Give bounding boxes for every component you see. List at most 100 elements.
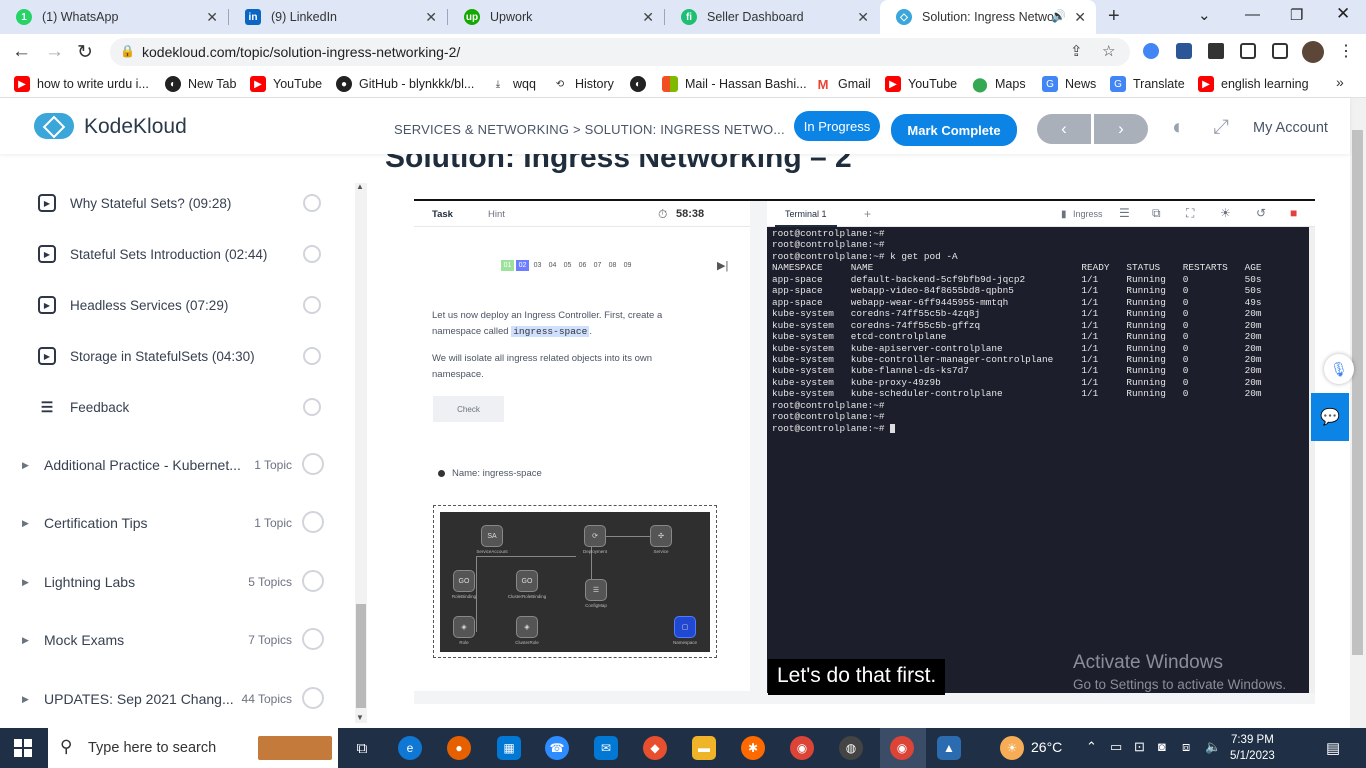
file-explorer-icon[interactable]: ▬ bbox=[692, 736, 716, 760]
tray-chevron-icon[interactable]: ⌃ bbox=[1086, 739, 1097, 755]
site-logo-text[interactable]: KodeKloud bbox=[84, 115, 187, 139]
bookmark-item[interactable]: ⤓ wqq bbox=[490, 76, 536, 92]
side-panel-icon[interactable] bbox=[1272, 43, 1288, 59]
page-scroll-thumb[interactable] bbox=[1352, 130, 1363, 655]
terminal-scrollbar[interactable] bbox=[1309, 227, 1315, 693]
swift-icon[interactable]: ◆ bbox=[643, 736, 667, 760]
scroll-down-icon[interactable]: ▼ bbox=[356, 713, 364, 722]
photos-icon[interactable]: ▲ bbox=[937, 736, 961, 760]
weather-icon[interactable]: ☀ bbox=[1000, 736, 1024, 760]
chrome-active-icon[interactable]: ◉ bbox=[890, 736, 914, 760]
terminal-output[interactable]: root@controlplane:~# root@controlplane:~#… bbox=[767, 227, 1309, 693]
minimize-button[interactable]: — bbox=[1245, 6, 1260, 23]
completion-circle[interactable] bbox=[303, 347, 321, 365]
completion-circle[interactable] bbox=[302, 453, 324, 475]
taskbar-search[interactable]: ⚲ Type here to search bbox=[48, 728, 338, 768]
course-section[interactable]: ▶ Mock Exams 7 Topics bbox=[22, 625, 332, 655]
open-external-icon[interactable]: ⧉ bbox=[1152, 206, 1161, 221]
step-item[interactable]: 09 bbox=[621, 260, 634, 271]
forward-button[interactable]: → bbox=[45, 41, 64, 63]
bookmark-item[interactable]: G Translate bbox=[1110, 76, 1185, 92]
profile-avatar[interactable] bbox=[1302, 41, 1324, 63]
course-section[interactable]: ▶ Certification Tips 1 Topic bbox=[22, 508, 332, 538]
tab-linkedin[interactable]: in (9) LinkedIn ✕ bbox=[229, 0, 447, 34]
previous-lesson-button[interactable]: ‹ bbox=[1037, 114, 1091, 144]
mail-icon[interactable]: ✉ bbox=[594, 736, 618, 760]
bookmark-item[interactable]: ▶ YouTube bbox=[250, 76, 322, 92]
close-icon[interactable]: ✕ bbox=[206, 9, 218, 26]
completion-circle[interactable] bbox=[303, 194, 321, 212]
maximize-button[interactable]: ❐ bbox=[1290, 6, 1303, 24]
chat-support-icon[interactable]: 💬 bbox=[1311, 393, 1349, 441]
breadcrumb[interactable]: SERVICES & NETWORKING > SOLUTION: INGRES… bbox=[394, 122, 785, 137]
completion-circle[interactable] bbox=[302, 687, 324, 709]
tab-search-icon[interactable]: ⌄ bbox=[1198, 6, 1211, 24]
url-text[interactable]: kodekloud.com/topic/solution-ingress-net… bbox=[142, 44, 460, 60]
share-icon[interactable]: ⇪ bbox=[1070, 42, 1083, 60]
voice-extension-icon[interactable] bbox=[1143, 43, 1159, 59]
tab-task[interactable]: Task bbox=[432, 209, 453, 220]
close-icon[interactable]: ✕ bbox=[425, 9, 437, 26]
completion-circle[interactable] bbox=[302, 628, 324, 650]
bookmark-item[interactable]: ▶ english learning bbox=[1198, 76, 1309, 92]
brightness-icon[interactable]: ☀ bbox=[1220, 206, 1231, 220]
network-adapter-icon[interactable]: ⧈ bbox=[1182, 739, 1190, 755]
tab-seller-dashboard[interactable]: fi Seller Dashboard ✕ bbox=[665, 0, 879, 34]
mark-complete-button[interactable]: Mark Complete bbox=[891, 114, 1017, 146]
step-item[interactable]: 03 bbox=[531, 260, 544, 271]
microphone-icon[interactable]: 🎙 bbox=[1324, 354, 1354, 384]
bookmark-star-icon[interactable]: ☆ bbox=[1102, 42, 1115, 60]
close-icon[interactable]: ✕ bbox=[1074, 9, 1086, 26]
lesson-item[interactable]: ☰ Feedback bbox=[38, 392, 328, 422]
volume-icon[interactable]: 🔈 bbox=[1205, 739, 1221, 755]
course-section[interactable]: ▶ Lightning Labs 5 Topics bbox=[22, 567, 332, 597]
battery-icon[interactable]: ▭ bbox=[1110, 739, 1122, 755]
step-item[interactable]: 08 bbox=[606, 260, 619, 271]
bookmark-item[interactable]: ● GitHub - blynkkk/bl... bbox=[336, 76, 474, 92]
close-window-button[interactable]: ✕ bbox=[1336, 4, 1350, 24]
dark-mode-icon[interactable]: ◐ bbox=[1172, 114, 1185, 140]
new-tab-button[interactable]: + bbox=[1108, 5, 1120, 28]
ingress-link[interactable]: Ingress bbox=[1073, 209, 1103, 219]
completion-circle[interactable] bbox=[303, 398, 321, 416]
bookmark-item[interactable]: ◐ bbox=[630, 76, 653, 92]
settings-app-icon[interactable]: ✱ bbox=[741, 736, 765, 760]
camera-icon[interactable]: ◙ bbox=[1158, 739, 1166, 754]
edge-icon[interactable]: e bbox=[398, 736, 422, 760]
windows-start-icon[interactable] bbox=[14, 739, 32, 757]
zoom-icon[interactable]: ☎ bbox=[545, 736, 569, 760]
step-item[interactable]: 07 bbox=[591, 260, 604, 271]
skip-next-icon[interactable]: ▶| bbox=[717, 259, 728, 272]
bookmark-item[interactable]: ▶ how to write urdu i... bbox=[14, 76, 149, 92]
microsoft-store-icon[interactable]: ▦ bbox=[497, 736, 521, 760]
step-item[interactable]: 04 bbox=[546, 260, 559, 271]
browser-menu-icon[interactable]: ⋮ bbox=[1338, 41, 1354, 61]
step-item[interactable]: 05 bbox=[561, 260, 574, 271]
course-section[interactable]: ▶ Additional Practice - Kubernet... 1 To… bbox=[22, 450, 332, 480]
obs-icon[interactable]: ◍ bbox=[839, 736, 863, 760]
bookmark-item[interactable]: ⟲ History bbox=[552, 76, 614, 92]
completion-circle[interactable] bbox=[302, 511, 324, 533]
tab-hint[interactable]: Hint bbox=[488, 209, 505, 220]
completion-circle[interactable] bbox=[302, 570, 324, 592]
menu-icon[interactable]: ☰ bbox=[1119, 206, 1130, 220]
reading-list-icon[interactable] bbox=[1240, 43, 1256, 59]
check-button[interactable]: Check bbox=[433, 396, 504, 422]
notifications-icon[interactable]: ▤ bbox=[1326, 739, 1340, 757]
add-terminal-button[interactable]: + bbox=[864, 207, 871, 221]
back-button[interactable]: ← bbox=[12, 41, 31, 63]
download-extension-icon[interactable] bbox=[1176, 43, 1192, 59]
tab-terminal-1[interactable]: Terminal 1 bbox=[785, 209, 827, 219]
tab-upwork[interactable]: up Upwork ✕ bbox=[448, 0, 664, 34]
extensions-puzzle-icon[interactable] bbox=[1208, 43, 1224, 59]
lesson-item[interactable]: ▶ Storage in StatefulSets (04:30) bbox=[38, 341, 328, 371]
system-clock[interactable]: 7:39 PM 5/1/2023 bbox=[1230, 732, 1275, 764]
bookmark-item[interactable]: M Gmail bbox=[815, 76, 871, 92]
course-section[interactable]: ▶ UPDATES: Sep 2021 Chang... 44 Topics bbox=[22, 684, 332, 714]
bookmark-item[interactable]: G News bbox=[1042, 76, 1096, 92]
step-item[interactable]: 06 bbox=[576, 260, 589, 271]
reload-button[interactable]: ↻ bbox=[77, 41, 93, 64]
expand-icon[interactable]: ⛶ bbox=[1186, 206, 1194, 221]
close-icon[interactable]: ✕ bbox=[642, 9, 654, 26]
firefox-icon[interactable]: ● bbox=[447, 736, 471, 760]
